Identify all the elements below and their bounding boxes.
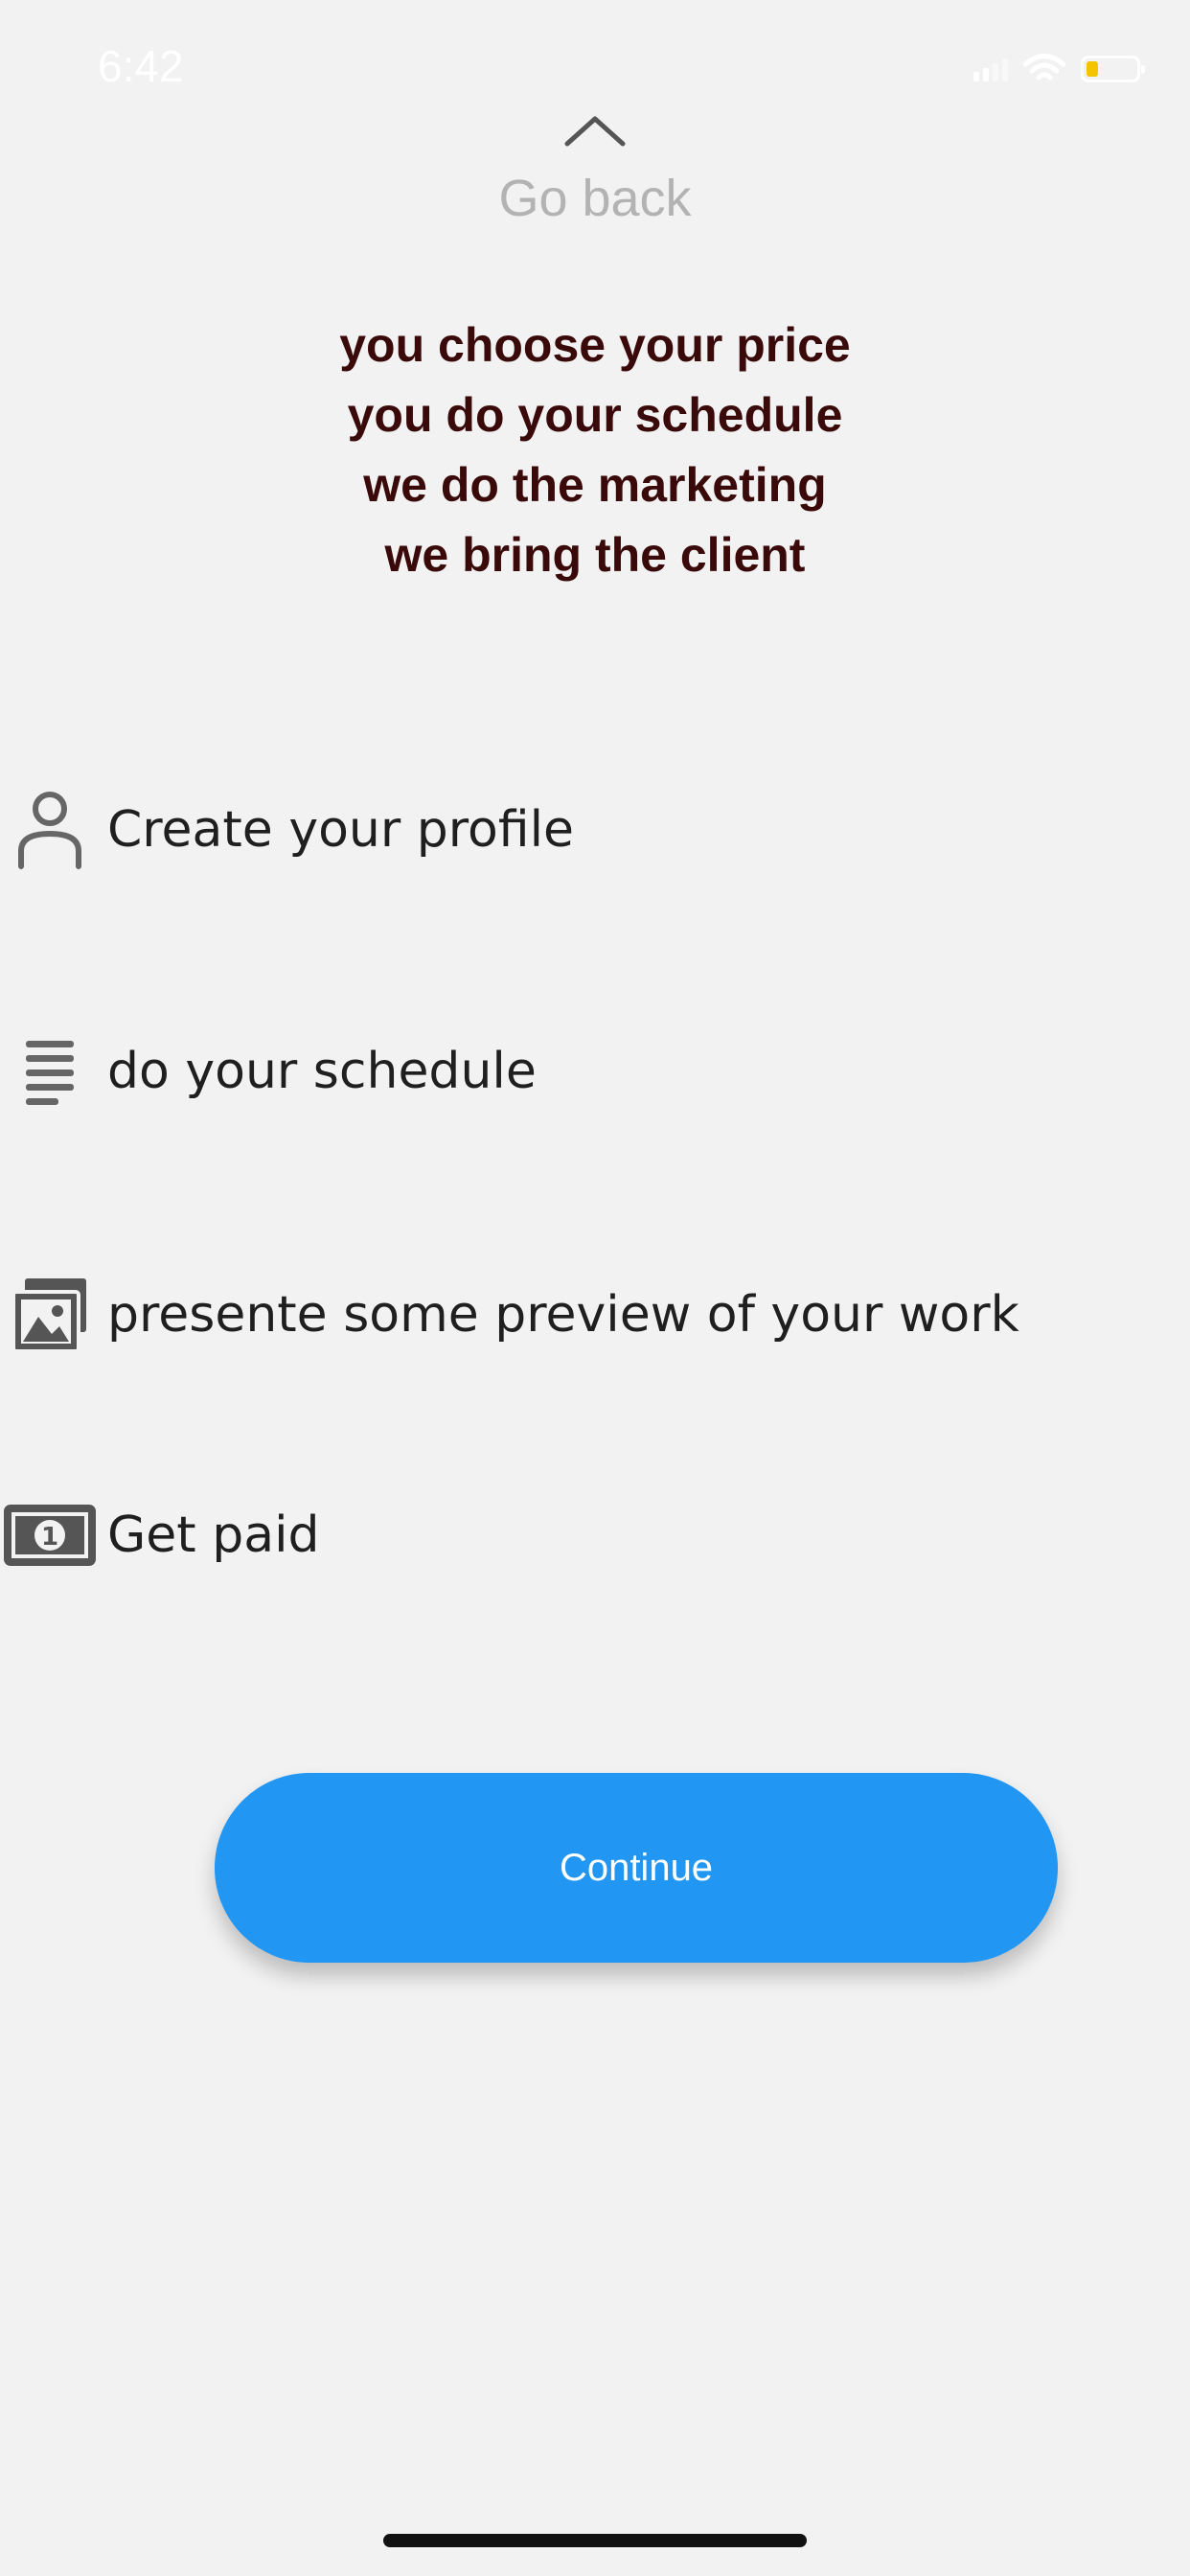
feature-schedule: do your schedule [0, 1037, 537, 1106]
feature-label: presente some preview of your work [107, 1286, 1019, 1344]
images-icon [0, 1275, 100, 1355]
wifi-icon [1023, 54, 1065, 80]
tagline-line: we do the marketing [363, 458, 827, 512]
signal-icon [973, 57, 1008, 81]
user-icon [0, 790, 100, 870]
home-indicator[interactable] [383, 2534, 807, 2547]
go-back-label: Go back [498, 170, 692, 227]
money-bill-icon: 1 [0, 1505, 100, 1566]
tagline-line: you choose your price [339, 318, 851, 372]
status-time: 6:42 [98, 41, 184, 91]
feature-label: do your schedule [107, 1043, 537, 1100]
battery-level [1087, 61, 1098, 77]
feature-create-profile: Create your profile [0, 790, 574, 870]
svg-text:1: 1 [41, 1523, 58, 1552]
battery-icon [1081, 56, 1145, 82]
go-back-button[interactable]: Go back [0, 113, 1190, 228]
tagline-line: we bring the client [384, 528, 806, 582]
status-icons [973, 50, 1145, 88]
tagline-line: you do your schedule [347, 388, 843, 442]
list-icon [0, 1037, 100, 1106]
feature-label: Create your profile [107, 801, 575, 859]
tagline: you choose your price you do your schedu… [0, 310, 1190, 590]
feature-get-paid: 1 Get paid [0, 1505, 320, 1566]
continue-button[interactable]: Continue [215, 1773, 1058, 1963]
feature-preview: presente some preview of your work [0, 1275, 1019, 1355]
feature-label: Get paid [107, 1506, 320, 1564]
chevron-up-icon [564, 116, 626, 147]
